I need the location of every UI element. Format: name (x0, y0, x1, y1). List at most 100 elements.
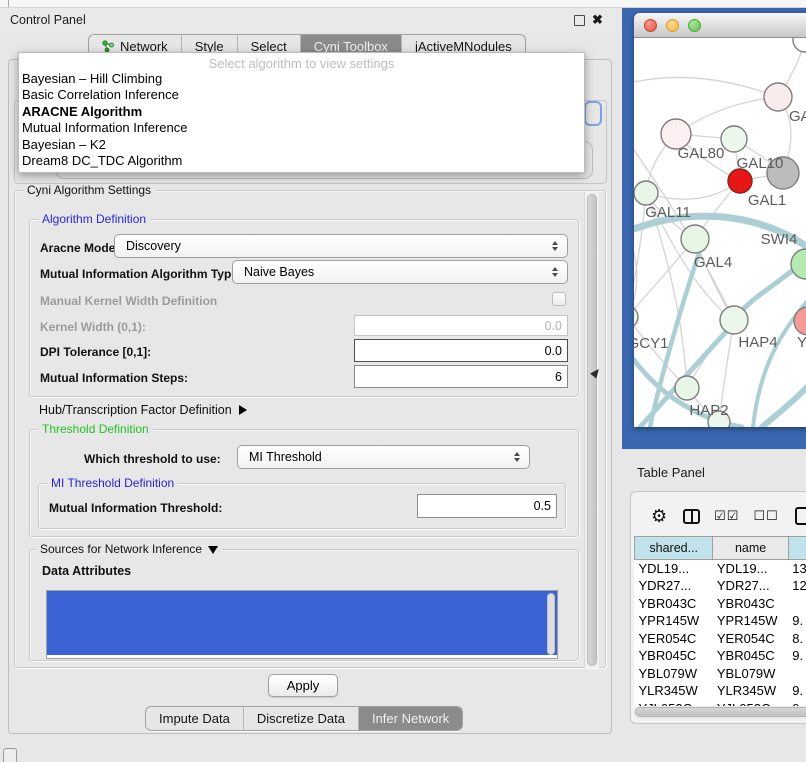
table-panel-title: Table Panel (637, 465, 705, 480)
algorithm-option-highlighted[interactable]: ARACNE Algorithm (19, 104, 584, 120)
corner-widget-icon[interactable] (3, 748, 17, 762)
algorithm-option[interactable]: Dream8 DC_TDC Algorithm (19, 153, 584, 169)
table-row[interactable]: YLR345W YLR345W 9. (635, 682, 806, 700)
close-traffic-light-icon[interactable] (644, 19, 657, 32)
mi-algorithm-type-combobox[interactable]: Naive Bayes (232, 260, 568, 284)
algorithm-option[interactable]: Bayesian – K2 (19, 137, 584, 153)
network-window-titlebar[interactable] (634, 13, 806, 38)
kernel-width-field[interactable] (354, 315, 568, 336)
bottom-tabbar: Impute Data Discretize Data Infer Networ… (145, 706, 463, 731)
node-label: HAP2 (689, 402, 728, 419)
dpi-tolerance-label: DPI Tolerance [0,1]: (40, 345, 151, 359)
network-node-gal10[interactable] (721, 126, 747, 152)
tab-infer-network[interactable]: Infer Network (358, 707, 462, 730)
manual-kernel-label: Manual Kernel Width Definition (40, 294, 217, 308)
algorithm-option[interactable]: Mutual Information Inference (19, 120, 584, 136)
mi-threshold-field[interactable] (417, 494, 557, 518)
table-horizontal-scrollbar[interactable] (633, 706, 806, 719)
mi-steps-field[interactable] (354, 365, 568, 388)
settings-group-title: Cyni Algorithm Settings (23, 183, 155, 197)
node-label: GAL (789, 108, 806, 125)
sources-group-title: Sources for Network Inference (36, 542, 222, 556)
algorithm-option[interactable]: Bayesian – Hill Climbing (19, 71, 584, 87)
control-panel-titlebar: Control Panel ✖ (0, 8, 620, 32)
node-label: GAL4 (694, 254, 732, 271)
zoom-traffic-light-icon[interactable] (688, 19, 701, 32)
app-root: Control Panel ✖ Network Style Select (0, 0, 806, 762)
new-table-icon[interactable] (795, 507, 806, 525)
hub-definition-toggle[interactable]: Hub/Transcription Factor Definition (39, 403, 247, 417)
table-row[interactable]: YBR045C YBR045C 9. (635, 647, 806, 665)
aracne-mode-combobox[interactable]: Discovery (114, 234, 568, 258)
algorithm-dropdown-placeholder: Select algorithm to view settings (19, 53, 584, 71)
node-label: GCY1 (634, 335, 668, 352)
gear-icon[interactable]: ⚙ (651, 507, 667, 525)
data-attributes-label: Data Attributes (42, 564, 131, 578)
table-row[interactable]: YBL079W YBL079W (635, 665, 806, 683)
combo-arrows-icon (552, 241, 558, 251)
network-node-hap4[interactable] (720, 306, 748, 334)
columns-icon[interactable] (683, 509, 700, 524)
attribute-list-item[interactable] (47, 639, 557, 655)
deselect-all-checkboxes-icon[interactable]: ☐☐ (753, 508, 778, 524)
table-row[interactable]: YDL19... YDL19... 13 (635, 560, 806, 578)
node-label: GAL10 (737, 155, 784, 172)
which-threshold-label: Which threshold to use: (84, 452, 221, 466)
sources-group: Sources for Network Inference Data Attri… (29, 549, 579, 661)
data-attributes-list (46, 590, 558, 659)
tab-impute-data[interactable]: Impute Data (146, 707, 243, 730)
combo-arrows-icon (514, 452, 520, 462)
column-header-name[interactable]: name (713, 537, 788, 560)
network-node[interactable] (793, 38, 806, 52)
minimize-traffic-light-icon[interactable] (666, 19, 679, 32)
node-label: Y (797, 334, 806, 351)
aracne-mode-label: Aracne Mode: (40, 241, 119, 255)
cyni-algorithm-settings-group: Cyni Algorithm Settings Algorithm Defini… (14, 190, 606, 668)
apply-button[interactable]: Apply (268, 674, 338, 697)
float-window-icon[interactable] (574, 15, 585, 26)
mi-threshold-definition-title: MI Threshold Definition (47, 476, 178, 490)
algorithm-definition-title: Algorithm Definition (38, 212, 150, 226)
table-row[interactable]: YER054C YER054C 8. (635, 630, 806, 648)
expanded-arrow-icon (208, 546, 218, 554)
network-node-swi4[interactable] (791, 249, 806, 279)
node-label: GAL11 (645, 204, 691, 221)
which-threshold-combobox[interactable]: MI Threshold (237, 445, 530, 469)
close-icon[interactable]: ✖ (592, 12, 603, 28)
network-node-gal-cut[interactable] (764, 83, 792, 111)
manual-kernel-checkbox[interactable] (552, 292, 566, 306)
mi-threshold-label: Mutual Information Threshold: (49, 501, 222, 515)
tab-discretize-data[interactable]: Discretize Data (243, 707, 358, 730)
algorithm-definition-group: Algorithm Definition Aracne Mode: Discov… (29, 219, 579, 397)
table-row[interactable]: YPR145W YPR145W 9. (635, 612, 806, 630)
node-label: GAL80 (678, 145, 725, 162)
network-node-y-cut[interactable] (794, 307, 806, 335)
hidden-focused-combo-fragment (584, 101, 602, 126)
settings-vertical-scrollbar[interactable] (584, 192, 599, 668)
attribute-list-item[interactable] (47, 591, 557, 607)
attribute-list-item[interactable] (47, 623, 557, 639)
algorithm-option[interactable]: Basic Correlation Inference (19, 87, 584, 103)
list-scrollbar[interactable] (547, 593, 555, 655)
column-header-a[interactable]: A (788, 537, 806, 560)
attribute-list-item[interactable] (47, 607, 557, 623)
network-node-hap2[interactable] (675, 376, 699, 400)
table-row[interactable]: YDR27... YDR27... 12 (635, 577, 806, 595)
combo-arrows-icon (552, 267, 558, 277)
network-window: GAL80 GAL10 GAL1 GAL11 GAL4 SWI4 HAP4 HA… (634, 13, 806, 427)
network-node-gal1[interactable] (728, 169, 752, 193)
network-view-panel: GAL80 GAL10 GAL1 GAL11 GAL4 SWI4 HAP4 HA… (622, 8, 806, 449)
network-canvas[interactable]: GAL80 GAL10 GAL1 GAL11 GAL4 SWI4 HAP4 HA… (634, 38, 806, 427)
table-panel-body: ⚙ ☑☑ ☐☐ shared... name A YDL19... YDL19.… (630, 491, 806, 724)
network-node-gcy1[interactable] (634, 306, 638, 328)
dpi-tolerance-field[interactable] (354, 339, 568, 362)
network-node-gal11[interactable] (634, 181, 658, 205)
mi-threshold-definition-group: MI Threshold Definition Mutual Informati… (38, 483, 566, 529)
network-node-gal4[interactable] (681, 225, 709, 253)
column-header-shared[interactable]: shared... (635, 537, 713, 560)
mi-steps-label: Mutual Information Steps: (40, 371, 188, 385)
select-all-checkboxes-icon[interactable]: ☑☑ (714, 508, 739, 524)
table-row[interactable]: YBR043C YBR043C (635, 595, 806, 613)
node-attribute-table: shared... name A YDL19... YDL19... 13 YD… (634, 536, 806, 717)
splitter-nub[interactable] (8, 0, 9, 7)
